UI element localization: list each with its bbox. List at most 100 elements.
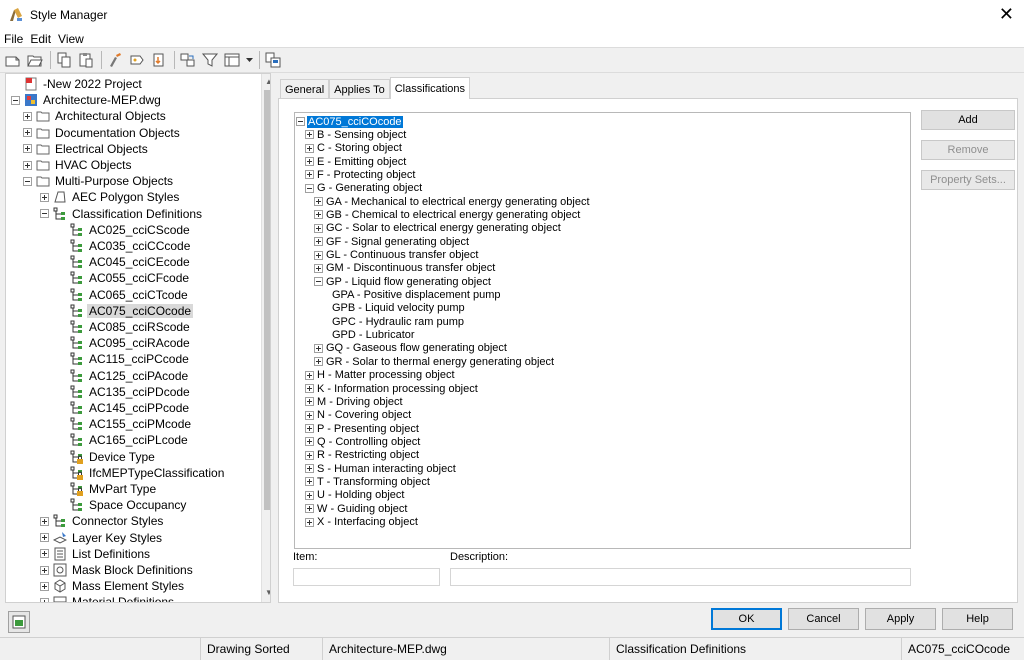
description-field[interactable] bbox=[450, 568, 911, 586]
classification-node[interactable]: GF - Signal generating object bbox=[314, 235, 470, 248]
expand-icon[interactable] bbox=[305, 477, 314, 487]
tree-node[interactable]: AC115_cciPCcode bbox=[57, 351, 191, 367]
tree-node[interactable]: Multi-Purpose Objects bbox=[23, 173, 175, 189]
tree-node[interactable]: Architectural Objects bbox=[23, 108, 168, 124]
classification-node[interactable]: W - Guiding object bbox=[305, 502, 408, 515]
add-button[interactable]: Add bbox=[921, 110, 1015, 130]
tree-node[interactable]: AEC Polygon Styles bbox=[40, 189, 181, 205]
expand-icon[interactable] bbox=[314, 263, 323, 273]
classification-node[interactable]: GM - Discontinuous transfer object bbox=[314, 262, 496, 275]
tree-node[interactable]: List Definitions bbox=[40, 546, 152, 562]
collapse-icon[interactable] bbox=[305, 183, 314, 193]
classification-node[interactable]: T - Transforming object bbox=[305, 475, 431, 488]
expand-icon[interactable] bbox=[40, 192, 49, 202]
classification-node[interactable]: GL - Continuous transfer object bbox=[314, 249, 479, 262]
style-tree-pane[interactable]: -New 2022 Project Architecture-MEP.dwg Arc… bbox=[5, 73, 271, 603]
new-drawing-icon[interactable] bbox=[4, 51, 22, 69]
expand-icon[interactable] bbox=[305, 490, 314, 500]
classification-node[interactable]: GR - Solar to thermal energy generating … bbox=[314, 355, 555, 368]
tree-node[interactable]: Mass Element Styles bbox=[40, 578, 186, 594]
tree-node[interactable]: MvPart Type bbox=[57, 481, 158, 497]
tree-node[interactable]: AC055_cciCFcode bbox=[57, 270, 191, 286]
classification-node[interactable]: X - Interfacing object bbox=[305, 516, 419, 529]
collapse-icon[interactable] bbox=[296, 117, 305, 126]
apply-button[interactable]: Apply bbox=[865, 608, 936, 630]
tab-classifications[interactable]: Classifications bbox=[389, 77, 471, 99]
expand-icon[interactable] bbox=[305, 157, 314, 167]
classification-node[interactable]: S - Human interacting object bbox=[305, 462, 457, 475]
expand-icon[interactable] bbox=[305, 450, 314, 460]
edit-style-icon[interactable] bbox=[128, 51, 146, 69]
expand-icon[interactable] bbox=[305, 424, 314, 434]
expand-icon[interactable] bbox=[305, 437, 314, 447]
dropdown-icon[interactable] bbox=[245, 51, 253, 69]
filter-icon[interactable] bbox=[201, 51, 219, 69]
tree-node[interactable]: Architecture-MEP.dwg bbox=[11, 92, 163, 108]
tree-node[interactable]: AC045_cciCEcode bbox=[57, 254, 192, 270]
tree-node[interactable]: Material Definitions bbox=[40, 594, 176, 602]
classification-node[interactable]: M - Driving object bbox=[305, 395, 404, 408]
sort-icon[interactable] bbox=[179, 51, 197, 69]
tree-node[interactable]: AC165_cciPLcode bbox=[57, 432, 190, 448]
classification-node[interactable]: GC - Solar to electrical energy generati… bbox=[314, 222, 562, 235]
classification-node[interactable]: AC075_cciCOcode bbox=[296, 115, 403, 128]
tree-node[interactable]: Mask Block Definitions bbox=[40, 562, 195, 578]
expand-icon[interactable] bbox=[305, 397, 314, 407]
classification-node[interactable]: E - Emitting object bbox=[305, 155, 407, 168]
expand-icon[interactable] bbox=[40, 565, 49, 575]
classification-node[interactable]: GQ - Gaseous flow generating object bbox=[314, 342, 508, 355]
paste-icon[interactable] bbox=[77, 51, 95, 69]
classification-node[interactable]: GPD - Lubricator bbox=[331, 329, 416, 342]
classification-node[interactable]: K - Information processing object bbox=[305, 382, 479, 395]
copy-icon[interactable] bbox=[55, 51, 73, 69]
tree-node[interactable]: AC155_cciPMcode bbox=[57, 416, 193, 432]
tree-node[interactable]: AC095_cciRAcode bbox=[57, 335, 192, 351]
tree-node[interactable]: AC035_cciCCcode bbox=[57, 238, 192, 254]
view-icon[interactable] bbox=[223, 51, 241, 69]
expand-icon[interactable] bbox=[314, 343, 323, 353]
classification-node[interactable]: C - Storing object bbox=[305, 142, 403, 155]
menu-edit[interactable]: Edit bbox=[26, 32, 54, 46]
expand-icon[interactable] bbox=[40, 516, 49, 526]
classification-tree[interactable]: AC075_cciCOcode B - Sensing object C - Sto… bbox=[294, 112, 911, 549]
cancel-button[interactable]: Cancel bbox=[788, 608, 859, 630]
tree-scrollbar[interactable]: ▲ ▼ bbox=[261, 74, 270, 602]
classification-node[interactable]: B - Sensing object bbox=[305, 128, 407, 141]
tree-node[interactable]: AC125_cciPAcode bbox=[57, 368, 190, 384]
property-sets-button[interactable]: Property Sets... bbox=[921, 170, 1015, 190]
expand-icon[interactable] bbox=[305, 464, 314, 474]
expand-icon[interactable] bbox=[40, 581, 49, 591]
tree-node[interactable]: AC135_cciPDcode bbox=[57, 384, 192, 400]
expand-icon[interactable] bbox=[314, 237, 323, 247]
collapse-icon[interactable] bbox=[314, 277, 323, 287]
expand-icon[interactable] bbox=[314, 210, 323, 220]
menu-file[interactable]: File bbox=[0, 32, 26, 46]
expand-icon[interactable] bbox=[23, 144, 32, 154]
expand-icon[interactable] bbox=[314, 223, 323, 233]
classification-node[interactable]: U - Holding object bbox=[305, 489, 405, 502]
tree-node[interactable]: Electrical Objects bbox=[23, 141, 150, 157]
classification-node[interactable]: GPA - Positive displacement pump bbox=[331, 289, 502, 302]
expand-icon[interactable] bbox=[305, 130, 314, 140]
tree-node[interactable]: -New 2022 Project bbox=[11, 76, 144, 92]
classification-node[interactable]: N - Covering object bbox=[305, 409, 412, 422]
classification-node[interactable]: GP - Liquid flow generating object bbox=[314, 275, 492, 288]
expand-icon[interactable] bbox=[40, 533, 49, 543]
scrollbar-thumb[interactable] bbox=[264, 90, 270, 510]
classification-node[interactable]: GPC - Hydraulic ram pump bbox=[331, 315, 465, 328]
open-drawing-icon[interactable] bbox=[26, 51, 44, 69]
tree-node[interactable]: HVAC Objects bbox=[23, 157, 133, 173]
classification-node[interactable]: Q - Controlling object bbox=[305, 435, 421, 448]
purge-icon[interactable] bbox=[106, 51, 124, 69]
classification-node[interactable]: F - Protecting object bbox=[305, 168, 416, 181]
toggle-view-icon[interactable] bbox=[264, 51, 282, 69]
expand-icon[interactable] bbox=[314, 250, 323, 260]
expand-icon[interactable] bbox=[314, 357, 323, 367]
tree-node[interactable]: Device Type bbox=[57, 449, 157, 465]
classification-node[interactable]: GB - Chemical to electrical energy gener… bbox=[314, 208, 581, 221]
expand-icon[interactable] bbox=[23, 160, 32, 170]
expand-icon[interactable] bbox=[305, 517, 314, 527]
expand-icon[interactable] bbox=[305, 170, 314, 180]
expand-icon[interactable] bbox=[305, 384, 314, 393]
expand-icon[interactable] bbox=[305, 370, 314, 380]
